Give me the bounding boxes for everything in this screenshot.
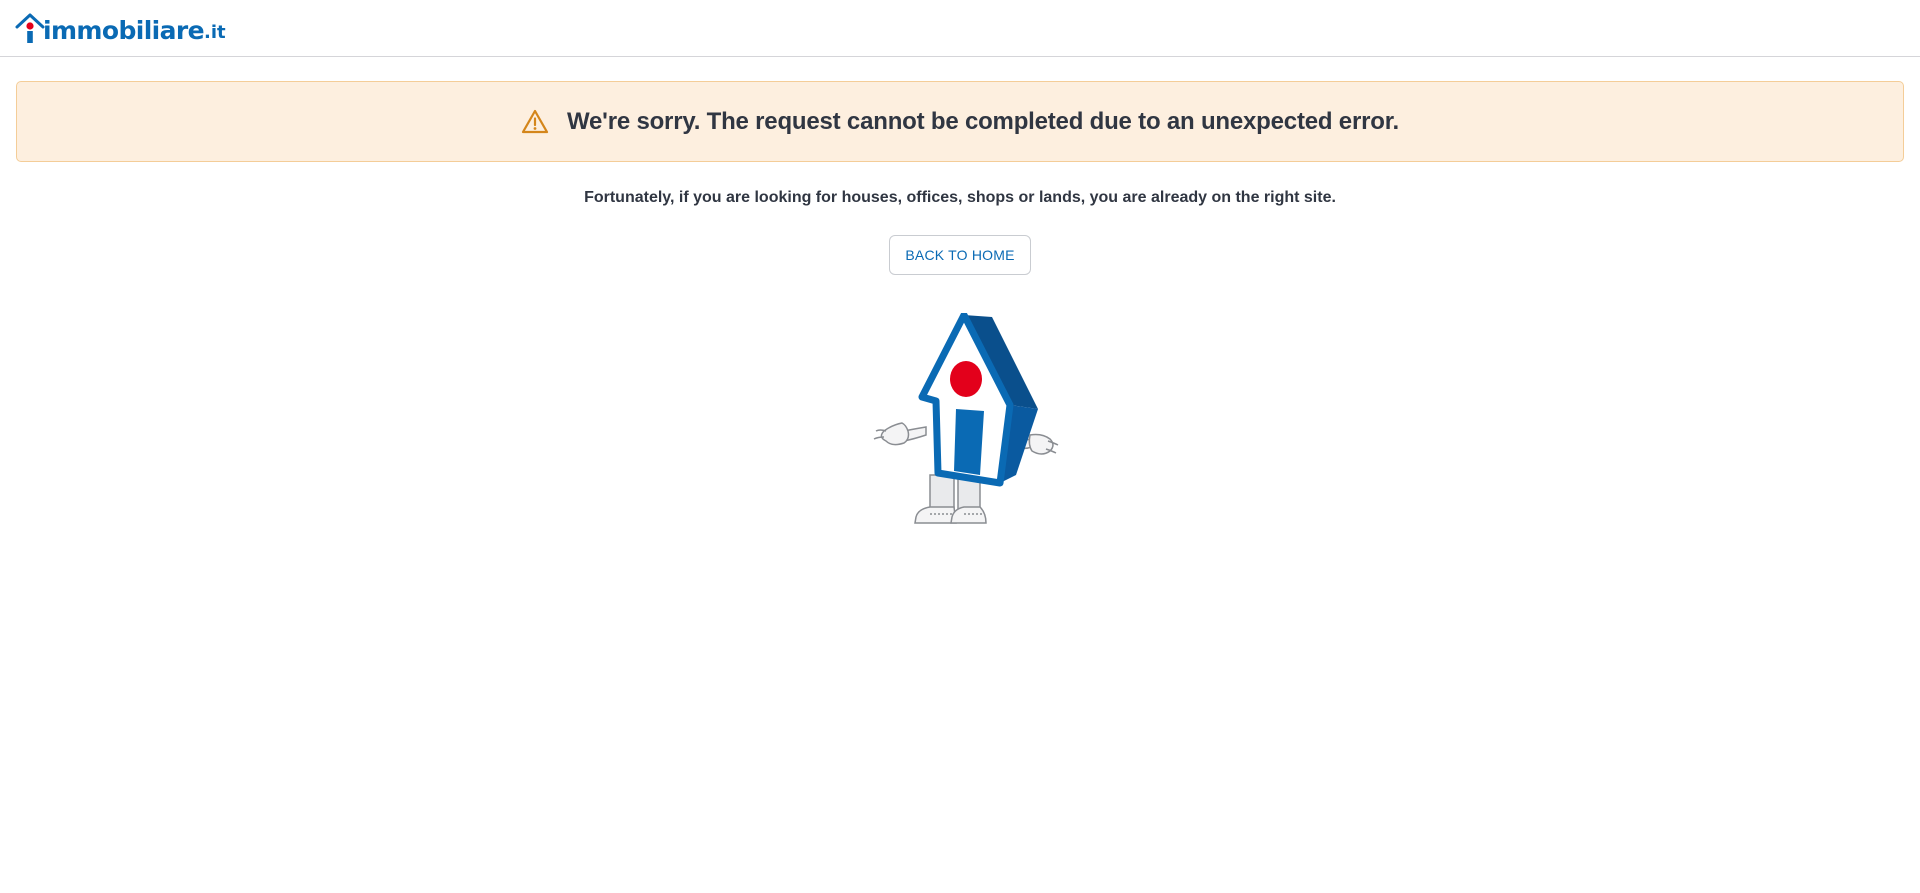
mascot-shoes <box>914 506 987 524</box>
logo-wordmark: immobiliare <box>43 16 205 45</box>
logo-link[interactable]: immobiliare .it <box>15 12 226 44</box>
back-to-home-button[interactable]: BACK TO HOME <box>889 235 1031 275</box>
error-alert: We're sorry. The request cannot be compl… <box>16 81 1904 162</box>
subtitle-text: Fortunately, if you are looking for hous… <box>584 189 1336 206</box>
warning-triangle-icon <box>521 109 549 133</box>
house-mascot-shrug-illustration <box>873 313 1059 524</box>
error-message: We're sorry. The request cannot be compl… <box>567 107 1399 135</box>
mascot-left-hand <box>873 422 927 446</box>
site-header: immobiliare .it <box>0 0 1920 57</box>
logo-tld: .it <box>204 22 226 43</box>
house-i-icon <box>15 13 45 43</box>
